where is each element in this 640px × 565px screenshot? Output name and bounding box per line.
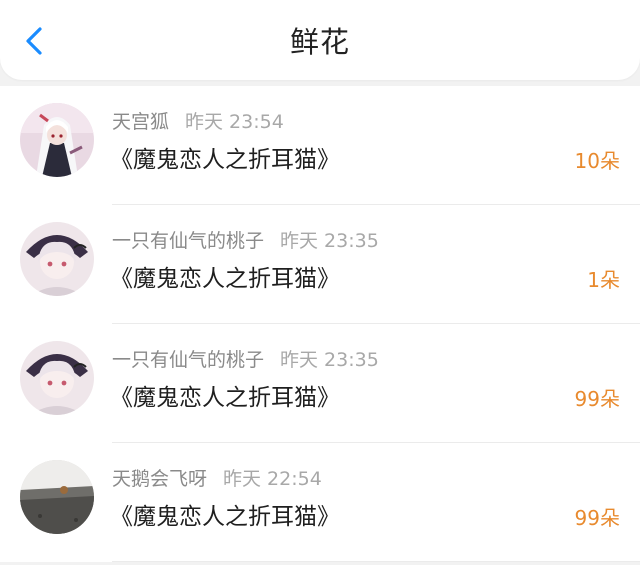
page-title: 鲜花 (289, 25, 350, 59)
list-item[interactable]: 一只有仙气的桃子 昨天 23:35 《魔鬼恋人之折耳猫》 99朵 (0, 324, 640, 443)
avatar-image (20, 222, 94, 296)
avatar[interactable] (20, 222, 94, 296)
list-item[interactable]: 天鹅会飞呀 昨天 22:54 《魔鬼恋人之折耳猫》 99朵 (0, 443, 640, 562)
username[interactable]: 一只有仙气的桃子 (112, 349, 264, 371)
list-item[interactable]: 一只有仙气的桃子 昨天 23:35 《魔鬼恋人之折耳猫》 1朵 (0, 205, 640, 324)
book-title[interactable]: 《魔鬼恋人之折耳猫》 (110, 263, 340, 295)
timestamp: 昨天 23:54 (185, 111, 284, 133)
item-meta: 天宫狐 昨天 23:54 (112, 109, 284, 135)
screen: 鲜花 天宫狐 昨天 23:54 《魔鬼恋人之折耳猫》 10朵 一只有仙气的桃子 … (0, 0, 640, 565)
avatar[interactable] (20, 341, 94, 415)
item-meta: 天鹅会飞呀 昨天 22:54 (112, 466, 322, 492)
item-meta: 一只有仙气的桃子 昨天 23:35 (112, 347, 379, 373)
flower-count: 1朵 (587, 268, 620, 292)
avatar[interactable] (20, 460, 94, 534)
username[interactable]: 天宫狐 (112, 111, 169, 133)
flower-list: 天宫狐 昨天 23:54 《魔鬼恋人之折耳猫》 10朵 一只有仙气的桃子 昨天 … (0, 86, 640, 562)
book-title[interactable]: 《魔鬼恋人之折耳猫》 (110, 501, 340, 533)
header-bar: 鲜花 (0, 0, 640, 80)
timestamp: 昨天 22:54 (223, 468, 322, 490)
avatar[interactable] (20, 103, 94, 177)
username[interactable]: 一只有仙气的桃子 (112, 230, 264, 252)
timestamp: 昨天 23:35 (280, 349, 379, 371)
list-item[interactable]: 天宫狐 昨天 23:54 《魔鬼恋人之折耳猫》 10朵 (0, 86, 640, 205)
timestamp: 昨天 23:35 (280, 230, 379, 252)
username[interactable]: 天鹅会飞呀 (112, 468, 207, 490)
avatar-image (20, 341, 94, 415)
flower-count: 99朵 (574, 506, 620, 530)
flower-count: 10朵 (574, 149, 620, 173)
divider (112, 561, 640, 562)
avatar-image (20, 103, 94, 177)
book-title[interactable]: 《魔鬼恋人之折耳猫》 (110, 382, 340, 414)
avatar-image (20, 460, 94, 534)
item-meta: 一只有仙气的桃子 昨天 23:35 (112, 228, 379, 254)
book-title[interactable]: 《魔鬼恋人之折耳猫》 (110, 144, 340, 176)
flower-count: 99朵 (574, 387, 620, 411)
